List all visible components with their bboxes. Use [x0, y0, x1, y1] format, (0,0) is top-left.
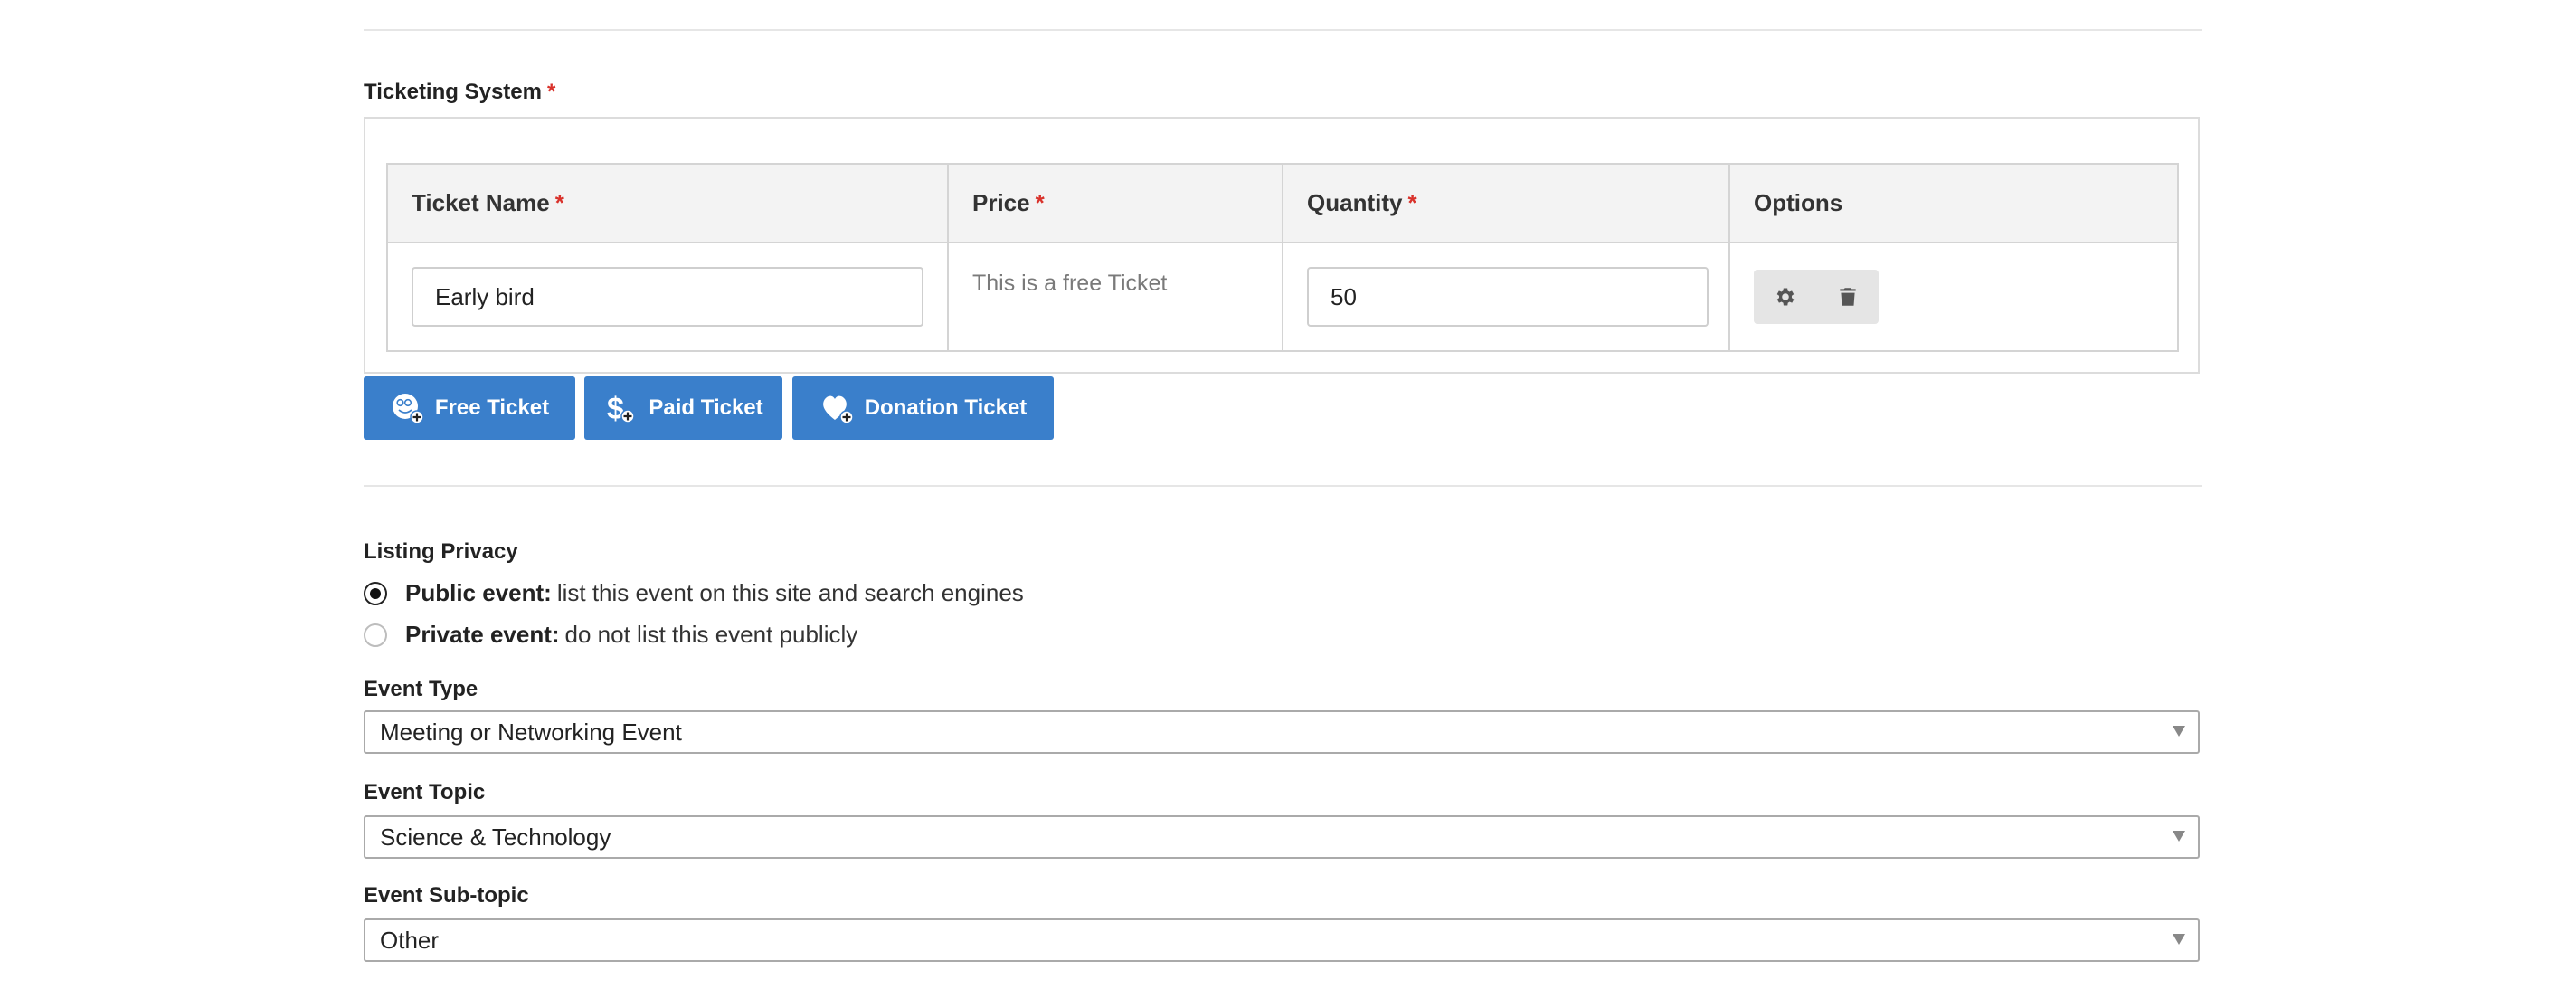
options-cell	[1728, 242, 2179, 352]
chevron-down-icon	[2173, 934, 2185, 945]
trash-icon	[1839, 288, 1856, 306]
header-quantity: Quantity *	[1282, 163, 1730, 243]
event-type-select[interactable]: Meeting or Networking Event	[364, 710, 2200, 754]
chevron-down-icon	[2173, 831, 2185, 842]
event-subtopic-select[interactable]: Other	[364, 918, 2200, 962]
dollar-add-icon: $	[607, 392, 636, 426]
svg-text:$: $	[607, 392, 624, 426]
divider	[364, 29, 2202, 31]
table-row: This is a free Ticket	[386, 242, 2179, 352]
ticket-name-input[interactable]	[412, 267, 923, 327]
ticket-delete-button[interactable]	[1816, 270, 1879, 324]
event-type-label: Event Type	[364, 677, 478, 701]
free-ticket-text: This is a free Ticket	[972, 271, 1168, 296]
ticketing-label: Ticketing System *	[364, 80, 556, 104]
free-ticket-add-icon	[392, 394, 424, 424]
ticket-name-cell	[386, 242, 949, 352]
ticket-options-group	[1754, 270, 1879, 324]
private-radio[interactable]	[364, 623, 387, 647]
event-topic-select[interactable]: Science & Technology	[364, 815, 2200, 859]
header-ticket-name: Ticket Name *	[386, 163, 949, 243]
required-mark: *	[554, 189, 564, 216]
ticket-settings-button[interactable]	[1754, 270, 1816, 324]
heart-add-icon	[822, 395, 854, 424]
event-topic-label: Event Topic	[364, 780, 486, 804]
quantity-input[interactable]	[1307, 267, 1709, 327]
header-options: Options	[1728, 163, 2179, 243]
public-radio[interactable]	[364, 581, 387, 605]
table-header-row: Ticket Name * Price * Quantity * Options	[386, 163, 2179, 243]
divider	[364, 485, 2202, 487]
paid-ticket-button[interactable]: $ Paid Ticket	[584, 376, 782, 440]
privacy-option-private[interactable]: Private event: do not list this event pu…	[364, 621, 857, 649]
required-mark: *	[1407, 189, 1417, 216]
event-form: Ticketing System * Ticket Name * Price * Qu…	[0, 0, 2576, 999]
price-cell: This is a free Ticket	[947, 242, 1283, 352]
required-mark: *	[546, 80, 556, 104]
gear-icon	[1776, 288, 1794, 306]
tickets-table: Ticket Name* Price* Quantity* Options	[386, 163, 2179, 352]
privacy-option-public[interactable]: Public event: list this event on this si…	[364, 579, 1024, 607]
header-price: Price *	[947, 163, 1283, 243]
quantity-cell	[1282, 242, 1730, 352]
listing-privacy-label: Listing Privacy	[364, 539, 518, 564]
chevron-down-icon	[2173, 726, 2185, 737]
required-mark: *	[1035, 189, 1045, 216]
event-subtopic-label: Event Sub-topic	[364, 883, 529, 908]
donation-ticket-button[interactable]: Donation Ticket	[792, 376, 1054, 440]
free-ticket-button[interactable]: Free Ticket	[364, 376, 575, 440]
